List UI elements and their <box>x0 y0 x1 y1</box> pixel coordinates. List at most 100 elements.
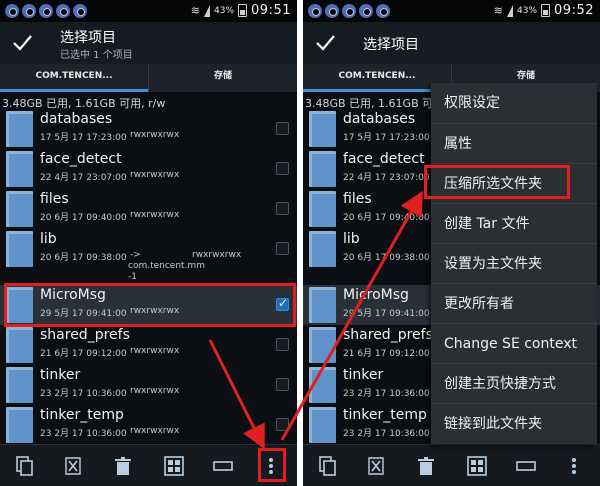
menu-item-compress[interactable]: 压缩所选文件夹 <box>431 163 597 203</box>
file-permissions: rwxrwxrwx <box>130 306 180 316</box>
notification-icon <box>5 4 19 18</box>
file-name: face_detect <box>40 151 122 167</box>
symlink-arrow: -> <box>130 250 141 260</box>
action-bar: 选择项目 已选中 1 个项目 <box>0 22 297 64</box>
file-date: 17 5月 17 17:23:00 <box>343 133 430 143</box>
select-checkbox[interactable] <box>276 162 289 175</box>
cut-icon[interactable] <box>60 453 86 479</box>
file-name: MicroMsg <box>40 287 106 303</box>
file-date: 22 4月 17 23:07:00 <box>40 173 127 183</box>
folder-icon <box>309 191 336 227</box>
file-date: 21 6月 17 09:12:00 <box>40 349 127 359</box>
tab-app-folder[interactable]: COM.TENCEN... <box>0 64 148 92</box>
file-name: databases <box>40 111 113 127</box>
file-date: 22 4月 17 23:07:00 <box>343 173 430 183</box>
left-screen: ≋ 43% 09:51 选择项目 已选中 1 个项目 COM.TENCEN...… <box>0 0 297 486</box>
signal-icon <box>204 4 211 17</box>
file-name: files <box>40 191 69 207</box>
notification-icon <box>308 4 322 18</box>
notification-icon <box>359 4 373 18</box>
file-name: databases <box>343 111 416 127</box>
file-name: lib <box>40 231 57 247</box>
file-name: tinker <box>343 367 384 383</box>
file-permissions: rwxrwxrwx <box>130 210 180 220</box>
copy-icon[interactable] <box>12 453 38 479</box>
folder-icon <box>309 407 336 443</box>
list-item[interactable]: files 20 6月 17 09:40:00 rwxrwxrwx <box>0 189 297 229</box>
file-permissions: rwxrwxrwx <box>192 250 242 260</box>
file-name: shared_prefs <box>343 327 433 343</box>
folder-icon <box>309 151 336 187</box>
status-bar: ≋ 43% 09:51 <box>0 0 297 22</box>
list-item[interactable]: shared_prefs 21 6月 17 09:12:00 rwxrwxrwx <box>0 325 297 365</box>
file-name: tinker_temp <box>40 407 124 423</box>
page-title: 选择项目 <box>60 30 116 46</box>
menu-item-permissions[interactable]: 权限设定 <box>431 83 597 123</box>
file-name: face_detect <box>343 151 425 167</box>
select-checkbox[interactable] <box>276 122 289 135</box>
file-name: tinker <box>40 367 81 383</box>
copy-icon[interactable] <box>315 453 341 479</box>
notification-icon <box>22 4 36 18</box>
tab-app-folder[interactable]: COM.TENCEN... <box>303 64 451 92</box>
select-checkbox[interactable] <box>276 338 289 351</box>
select-checkbox[interactable] <box>276 418 289 431</box>
battery-icon <box>541 4 551 17</box>
list-item-selected[interactable]: MicroMsg 29 5月 17 09:41:00 rwxrwxrwx <box>0 285 297 325</box>
menu-item-create-tar[interactable]: 创建 Tar 文件 <box>431 203 597 243</box>
select-all-icon[interactable] <box>464 453 490 479</box>
file-name: tinker_temp <box>343 407 427 423</box>
notification-icon <box>325 4 339 18</box>
tab-storage[interactable]: 存储 <box>148 64 297 92</box>
overflow-menu-icon[interactable] <box>561 453 587 479</box>
menu-item-change-owner[interactable]: 更改所有者 <box>431 283 597 323</box>
select-all-icon[interactable] <box>161 453 187 479</box>
trash-icon[interactable] <box>110 453 136 479</box>
clock: 09:51 <box>251 3 291 18</box>
file-date: 20 6月 17 09:38:00 <box>40 253 127 263</box>
overflow-menu-icon[interactable] <box>258 453 284 479</box>
right-screen: ≋ 43% 09:52 选择项目 COM.TENCEN... 存储 3.48GB… <box>303 0 600 486</box>
selection-count: 已选中 1 个项目 <box>60 50 133 61</box>
notification-icons <box>308 4 390 18</box>
list-item[interactable]: lib 20 6月 17 09:38:00 -> rwxrwxrwx com.t… <box>0 229 297 283</box>
select-checkbox[interactable] <box>276 378 289 391</box>
confirm-check-icon[interactable] <box>314 32 336 54</box>
clock: 09:52 <box>554 3 594 18</box>
wifi-icon: ≋ <box>190 4 201 17</box>
file-date: 23 2月 17 10:36:00 <box>343 389 430 399</box>
list-item[interactable]: databases 17 5月 17 17:23:00 rwxrwxrwx <box>0 109 297 149</box>
confirm-check-icon[interactable] <box>11 32 33 54</box>
menu-item-set-home[interactable]: 设置为主文件夹 <box>431 243 597 283</box>
rename-icon[interactable] <box>210 453 236 479</box>
folder-icon <box>309 327 336 363</box>
folder-icon <box>6 151 33 187</box>
file-name: shared_prefs <box>40 327 130 343</box>
bottom-toolbar <box>0 444 297 486</box>
file-date: 23 2月 17 10:36:00 <box>343 429 430 439</box>
file-date: 20 6月 17 09:38:00 <box>343 253 430 263</box>
menu-item-se-context[interactable]: Change SE context <box>431 323 597 363</box>
select-checkbox[interactable] <box>276 242 289 255</box>
file-date: 21 6月 17 09:12:00 <box>343 349 430 359</box>
list-item[interactable]: tinker 23 2月 17 10:36:00 rwxrwxrwx <box>0 365 297 405</box>
folder-icon <box>309 287 336 323</box>
trash-icon[interactable] <box>413 453 439 479</box>
menu-item-properties[interactable]: 属性 <box>431 123 597 163</box>
folder-icon <box>6 367 33 403</box>
file-name: files <box>343 191 372 207</box>
cut-icon[interactable] <box>363 453 389 479</box>
folder-icon <box>309 367 336 403</box>
list-item[interactable]: face_detect 22 4月 17 23:07:00 rwxrwxrwx <box>0 149 297 189</box>
menu-item-home-shortcut[interactable]: 创建主页快捷方式 <box>431 363 597 403</box>
select-checkbox[interactable] <box>276 202 289 215</box>
battery-icon <box>238 4 248 17</box>
notification-icon <box>376 4 390 18</box>
select-checkbox-checked[interactable] <box>276 296 289 311</box>
list-item[interactable]: tinker_temp 23 2月 17 10:36:00 rwxrwxrwx <box>0 405 297 445</box>
file-permissions: rwxrwxrwx <box>130 346 180 356</box>
file-permissions: rwxrwxrwx <box>130 386 180 396</box>
menu-item-link-folder[interactable]: 链接到此文件夹 <box>431 403 597 443</box>
rename-icon[interactable] <box>513 453 539 479</box>
folder-icon <box>6 287 33 323</box>
